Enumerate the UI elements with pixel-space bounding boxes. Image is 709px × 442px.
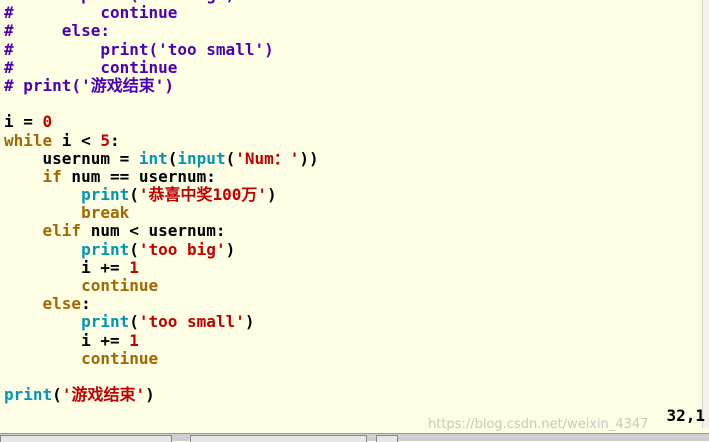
code-line[interactable]: while i < 5: bbox=[0, 130, 709, 150]
code-token: # print('游戏结束') bbox=[4, 75, 174, 95]
code-token: input bbox=[177, 148, 226, 168]
code-line[interactable]: break bbox=[0, 204, 709, 222]
code-line[interactable] bbox=[0, 368, 709, 386]
code-line[interactable]: # print('游戏结束') bbox=[0, 75, 709, 95]
cursor-position: 32,1 bbox=[666, 406, 705, 425]
code-line[interactable]: # continue bbox=[0, 57, 709, 77]
code-token: ( bbox=[129, 312, 139, 332]
code-line[interactable]: elif num < usernum: bbox=[0, 222, 709, 240]
code-token: elif bbox=[42, 221, 82, 241]
code-token: print bbox=[81, 239, 130, 259]
code-line[interactable]: i += 1 bbox=[0, 330, 709, 350]
code-token: ) bbox=[244, 312, 255, 332]
code-line[interactable]: print('游戏结束') bbox=[0, 386, 709, 404]
code-token: print bbox=[4, 385, 53, 405]
code-line[interactable]: print('too big') bbox=[0, 239, 709, 259]
code-line[interactable]: if num == usernum: bbox=[0, 166, 709, 186]
code-line[interactable]: i = 0 bbox=[0, 113, 709, 131]
code-token: '恭喜中奖100万' bbox=[138, 185, 268, 205]
code-token: continue bbox=[81, 276, 159, 295]
code-line[interactable]: print('too small') bbox=[0, 313, 709, 331]
code-token: i += bbox=[81, 330, 130, 350]
code-token: ( bbox=[129, 239, 139, 259]
code-token: # continue bbox=[4, 57, 178, 77]
code-line[interactable] bbox=[0, 95, 709, 113]
code-line[interactable]: else: bbox=[0, 295, 709, 313]
code-token: break bbox=[81, 203, 130, 223]
code-line[interactable]: continue bbox=[0, 348, 709, 368]
code-token: '游戏结束' bbox=[61, 385, 146, 405]
code-line[interactable]: print('恭喜中奖100万') bbox=[0, 185, 709, 205]
code-token: 1 bbox=[129, 330, 139, 350]
code-token: # continue bbox=[4, 3, 178, 23]
code-token: ) bbox=[225, 239, 236, 259]
watermark: https://blog.csdn.net/weixin_4347 bbox=[428, 417, 649, 432]
code-token: ) bbox=[145, 385, 155, 405]
code-token: usernum = bbox=[42, 148, 139, 168]
code-token: 'too big' bbox=[138, 239, 226, 259]
code-token: # else: bbox=[4, 21, 110, 41]
code-editor[interactable]: # print('too big')# continue# else:# pri… bbox=[0, 0, 709, 404]
code-token: 0 bbox=[42, 112, 53, 132]
code-token: ( bbox=[52, 385, 62, 405]
code-token: : bbox=[109, 130, 120, 150]
code-token: int bbox=[138, 148, 168, 168]
code-token: i += bbox=[81, 257, 130, 277]
code-line[interactable]: usernum = int(input('Num：')) bbox=[0, 148, 709, 168]
code-token: ) bbox=[267, 185, 277, 205]
code-token: ( bbox=[129, 185, 139, 205]
code-token: 5 bbox=[100, 130, 110, 150]
code-token: 'Num：' bbox=[235, 148, 300, 168]
code-token: print bbox=[81, 185, 130, 205]
code-line[interactable]: i += 1 bbox=[0, 257, 709, 277]
code-token: 'too small' bbox=[138, 312, 245, 332]
code-token: continue bbox=[81, 348, 159, 368]
code-token: num == usernum: bbox=[61, 166, 216, 186]
code-token: i = bbox=[4, 112, 43, 132]
code-token: print bbox=[81, 312, 130, 332]
code-token: else bbox=[42, 294, 82, 314]
code-token: ( bbox=[225, 148, 236, 168]
vertical-scrollbar[interactable] bbox=[702, 0, 709, 428]
code-token: i < bbox=[52, 130, 101, 150]
code-token: num < usernum: bbox=[81, 221, 226, 241]
code-line[interactable]: continue bbox=[0, 276, 709, 295]
code-token: while bbox=[4, 130, 53, 150]
code-line[interactable]: # continue bbox=[0, 4, 709, 22]
code-token: : bbox=[81, 294, 91, 314]
code-line[interactable]: # print('too small') bbox=[0, 39, 709, 59]
code-token: )) bbox=[299, 148, 319, 168]
code-token: if bbox=[42, 166, 62, 186]
code-token: 1 bbox=[129, 257, 139, 277]
code-line[interactable]: # else: bbox=[0, 22, 709, 40]
code-token: ( bbox=[167, 148, 178, 168]
taskbar bbox=[0, 433, 709, 442]
code-token: # print('too small') bbox=[4, 39, 274, 59]
